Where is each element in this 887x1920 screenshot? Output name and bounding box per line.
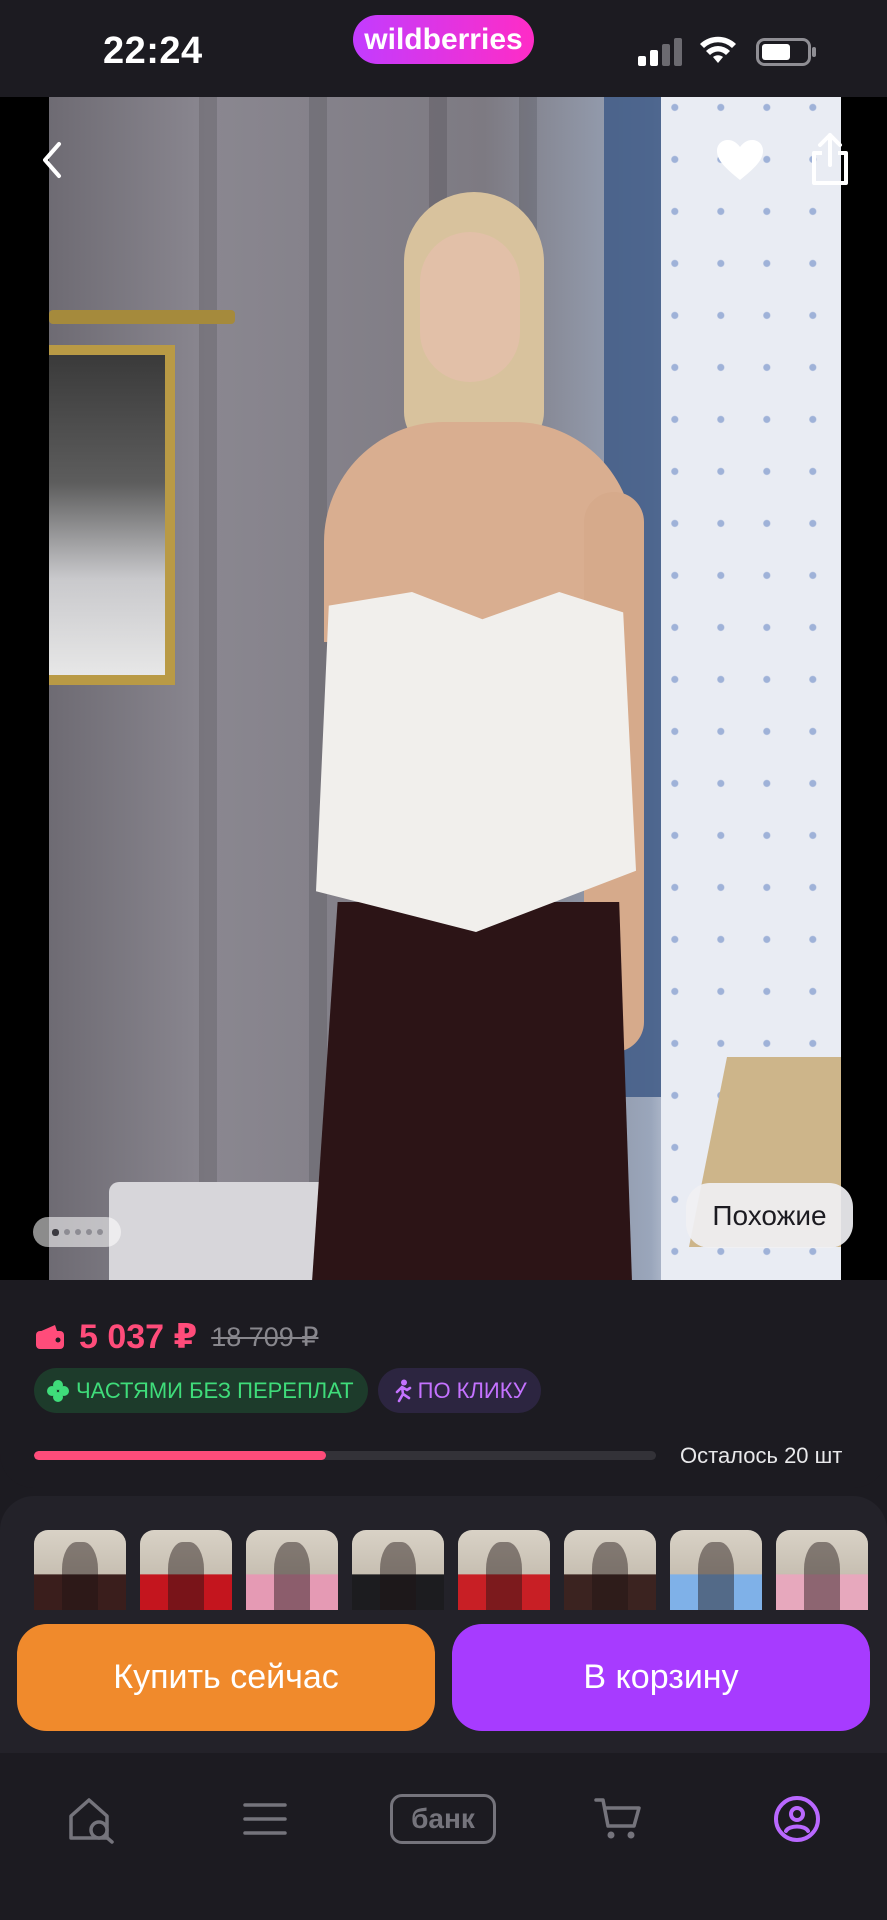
share-icon[interactable] <box>800 128 860 190</box>
one-click-badge[interactable]: ПО КЛИКУ <box>377 1368 541 1413</box>
installment-badge[interactable]: ЧАСТЯМИ БЕЗ ПЕРЕПЛАТ <box>34 1368 368 1413</box>
product-gallery[interactable]: Похожие <box>0 97 887 1280</box>
color-variants[interactable] <box>34 1530 868 1610</box>
stock-remaining: Осталось 20 шт <box>680 1443 843 1468</box>
variant-thumbnail[interactable] <box>776 1530 868 1610</box>
variant-thumbnail[interactable] <box>246 1530 338 1610</box>
variant-thumbnail[interactable] <box>140 1530 232 1610</box>
stock-progress-bar <box>34 1451 656 1460</box>
add-to-cart-button[interactable]: В корзину <box>452 1624 870 1731</box>
brand-logo: wildberries <box>353 15 534 64</box>
clover-icon <box>47 1379 69 1402</box>
bank-tab[interactable]: банк <box>390 1788 496 1850</box>
variant-thumbnail[interactable] <box>564 1530 656 1610</box>
price-section: 5 037 ₽ 18 709 ₽ ЧАСТЯМИ БЕЗ ПЕРЕПЛАТ ПО… <box>0 1280 887 1488</box>
variant-thumbnail[interactable] <box>458 1530 550 1610</box>
variant-thumbnail[interactable] <box>34 1530 126 1610</box>
cart-icon[interactable] <box>593 1788 645 1850</box>
gallery-pagination <box>33 1217 121 1247</box>
wallet-icon <box>36 1325 64 1349</box>
status-bar: 22:24 wildberries <box>0 0 887 97</box>
current-price: 5 037 ₽ <box>79 1318 198 1356</box>
battery-icon <box>756 38 816 66</box>
wifi-icon <box>700 36 736 63</box>
old-price: 18 709 ₽ <box>211 1321 319 1352</box>
buy-now-button[interactable]: Купить сейчас <box>17 1624 435 1731</box>
painting-image <box>49 345 175 685</box>
similar-button[interactable]: Похожие <box>686 1183 853 1248</box>
profile-icon[interactable] <box>770 1788 824 1850</box>
heart-icon[interactable] <box>710 132 770 188</box>
running-person-icon <box>395 1379 411 1402</box>
variant-thumbnail[interactable] <box>352 1530 444 1610</box>
product-photo[interactable] <box>49 97 841 1280</box>
signal-icon <box>638 38 684 66</box>
bottom-tab-bar: банк <box>0 1753 887 1920</box>
model-figure <box>312 192 644 1280</box>
one-click-label: ПО КЛИКУ <box>417 1377 527 1403</box>
bank-icon: банк <box>390 1794 496 1844</box>
clock: 22:24 <box>103 30 203 72</box>
menu-icon[interactable] <box>240 1788 290 1850</box>
variant-thumbnail[interactable] <box>670 1530 762 1610</box>
home-search-icon[interactable] <box>62 1788 122 1850</box>
installment-label: ЧАСТЯМИ БЕЗ ПЕРЕПЛАТ <box>76 1377 354 1403</box>
back-arrow-icon[interactable] <box>30 132 74 188</box>
